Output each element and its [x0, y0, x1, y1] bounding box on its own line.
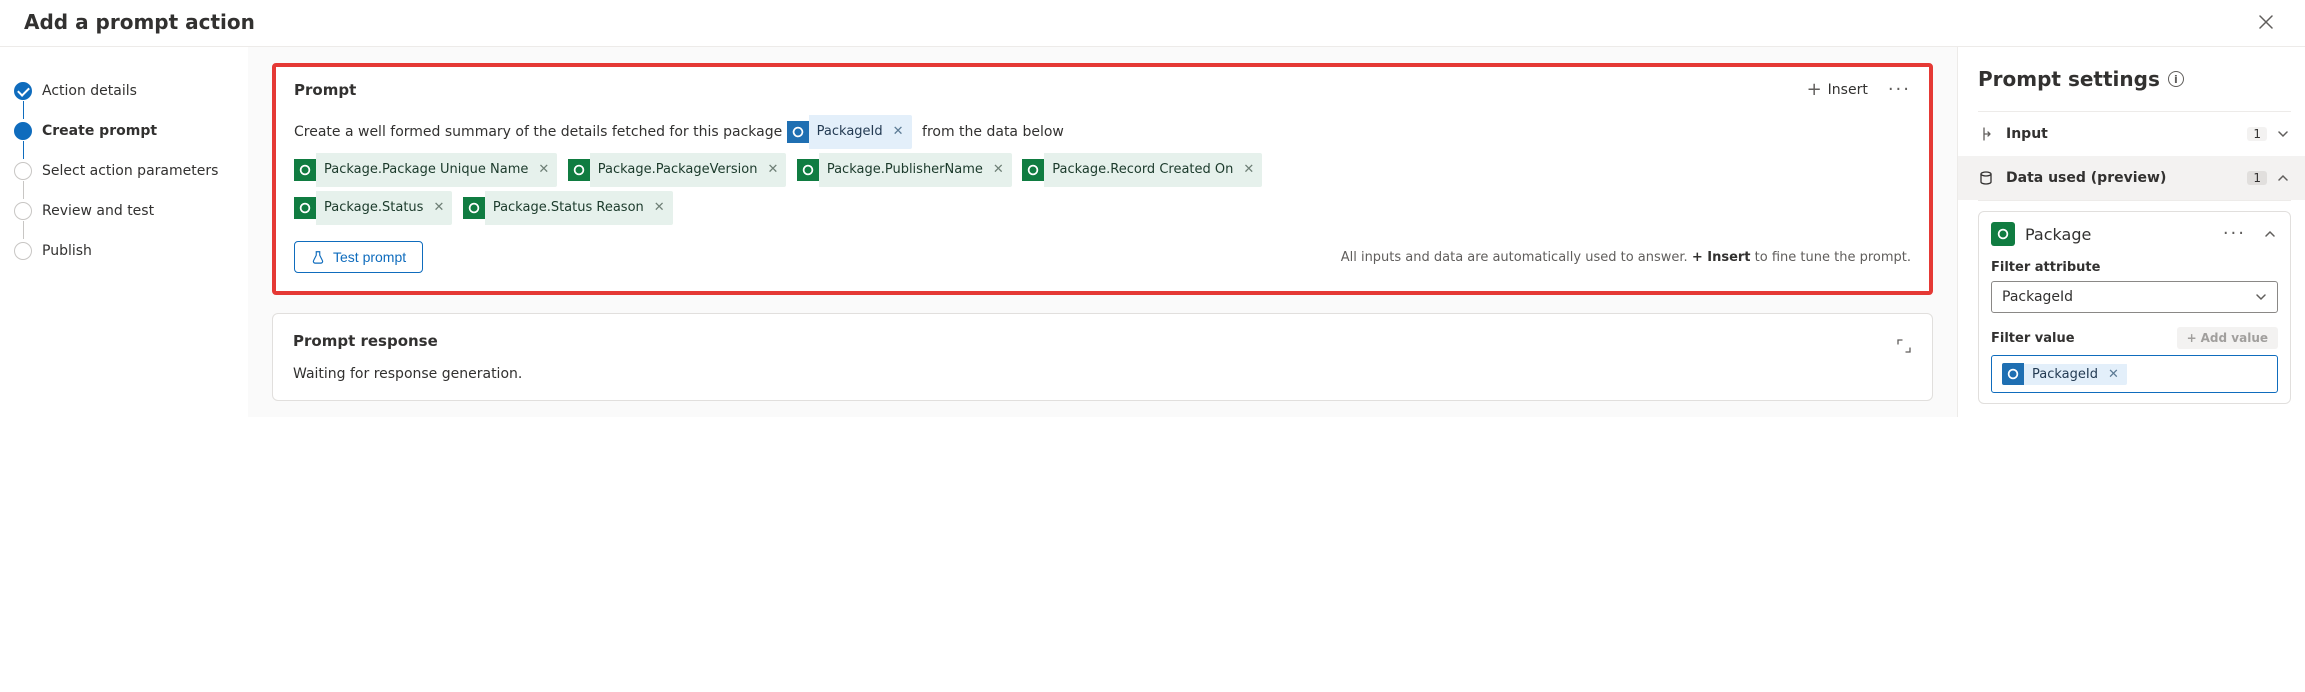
info-icon[interactable]: i	[2168, 71, 2184, 87]
token-remove-icon[interactable]: ✕	[891, 115, 912, 149]
dataverse-icon	[797, 159, 819, 181]
filter-value-chip-label: PackageId	[2024, 364, 2106, 385]
filter-attribute-value: PackageId	[2002, 289, 2073, 305]
token-remove-icon[interactable]: ✕	[652, 191, 673, 225]
input-label: Input	[2006, 126, 2237, 142]
token[interactable]: Package.PackageVersion ✕	[568, 153, 787, 187]
prompt-card: Prompt + Insert ··· Create a well formed…	[272, 63, 1933, 295]
data-entity-card: Package ··· Filter attribute PackageId F…	[1978, 211, 2291, 404]
filter-value-label: Filter value	[1991, 331, 2075, 346]
step-action-details[interactable]: Action details	[12, 71, 240, 111]
token-remove-icon[interactable]: ✕	[431, 191, 452, 225]
step-todo-icon	[14, 162, 32, 180]
dataverse-icon	[568, 159, 590, 181]
prompt-text: from the data below	[922, 124, 1064, 140]
token[interactable]: Package.Status Reason ✕	[463, 191, 673, 225]
step-review-test[interactable]: Review and test	[12, 191, 240, 231]
insert-label: Insert	[1828, 82, 1868, 98]
prompt-helper-text: All inputs and data are automatically us…	[1341, 250, 1911, 265]
step-label: Select action parameters	[42, 163, 218, 179]
step-label: Create prompt	[42, 123, 157, 139]
token-remove-icon[interactable]: ✕	[991, 153, 1012, 187]
chevron-down-icon	[2255, 291, 2267, 303]
token[interactable]: Package.Package Unique Name ✕	[294, 153, 557, 187]
token[interactable]: Package.PublisherName ✕	[797, 153, 1012, 187]
token-remove-icon[interactable]: ✕	[2106, 364, 2127, 385]
settings-title: Prompt settings	[1978, 67, 2160, 91]
step-done-icon	[14, 82, 32, 100]
token-remove-icon[interactable]: ✕	[1241, 153, 1262, 187]
entity-more-icon[interactable]: ···	[2223, 225, 2246, 243]
test-prompt-label: Test prompt	[333, 249, 406, 265]
step-label: Publish	[42, 243, 92, 259]
settings-input-accordion[interactable]: Input 1	[1978, 112, 2291, 156]
filter-value-field[interactable]: PackageId ✕	[1991, 355, 2278, 393]
insert-button[interactable]: + Insert	[1807, 81, 1868, 99]
token-label: Package.Status	[316, 191, 431, 225]
input-icon	[1978, 126, 1996, 142]
step-publish[interactable]: Publish	[12, 231, 240, 271]
test-prompt-button[interactable]: Test prompt	[294, 241, 423, 273]
dataverse-icon	[294, 197, 316, 219]
prompt-text: Create a well formed summary of the deta…	[294, 124, 782, 140]
chevron-down-icon	[2277, 128, 2291, 140]
step-select-parameters[interactable]: Select action parameters	[12, 151, 240, 191]
database-icon	[1978, 170, 1996, 186]
dataverse-icon	[787, 121, 809, 143]
prompt-editor[interactable]: Create a well formed summary of the deta…	[294, 113, 1911, 227]
more-menu-icon[interactable]: ···	[1888, 81, 1911, 99]
token-label: Package.PublisherName	[819, 153, 991, 187]
dataverse-icon	[1991, 222, 2015, 246]
page-title: Add a prompt action	[24, 10, 255, 34]
fullscreen-icon[interactable]	[1896, 338, 1912, 354]
step-label: Review and test	[42, 203, 154, 219]
step-todo-icon	[14, 202, 32, 220]
dataverse-icon	[463, 197, 485, 219]
stepper: Action details Create prompt Select acti…	[0, 47, 248, 417]
close-icon[interactable]	[2251, 11, 2281, 33]
prompt-heading: Prompt	[294, 81, 356, 99]
plus-icon: +	[2187, 331, 2197, 345]
settings-data-accordion[interactable]: Data used (preview) 1	[1958, 156, 2305, 200]
filter-attribute-select[interactable]: PackageId	[1991, 281, 2278, 313]
response-heading: Prompt response	[293, 332, 438, 350]
add-value-button[interactable]: + Add value	[2177, 327, 2278, 349]
filter-value-chip[interactable]: PackageId ✕	[2002, 363, 2127, 385]
token-remove-icon[interactable]: ✕	[536, 153, 557, 187]
response-body: Waiting for response generation.	[293, 366, 1912, 382]
token-packageid[interactable]: PackageId ✕	[787, 115, 912, 149]
chevron-up-icon	[2277, 172, 2291, 184]
token-label: Package.PackageVersion	[590, 153, 766, 187]
data-count-badge: 1	[2247, 171, 2267, 185]
flask-icon	[311, 250, 325, 264]
token-label: PackageId	[809, 115, 891, 149]
plus-icon: +	[1807, 81, 1822, 99]
chevron-up-icon[interactable]	[2264, 228, 2278, 240]
token-label: Package.Package Unique Name	[316, 153, 536, 187]
entity-name: Package	[2025, 225, 2091, 244]
token-label: Package.Status Reason	[485, 191, 652, 225]
prompt-response-card: Prompt response Waiting for response gen…	[272, 313, 1933, 401]
step-create-prompt[interactable]: Create prompt	[12, 111, 240, 151]
token-label: Package.Record Created On	[1044, 153, 1241, 187]
step-current-icon	[14, 122, 32, 140]
prompt-settings-panel: Prompt settings i Input 1 Data used	[1957, 47, 2305, 417]
data-label: Data used (preview)	[2006, 170, 2237, 186]
step-label: Action details	[42, 83, 137, 99]
dataverse-icon	[2002, 363, 2024, 385]
input-count-badge: 1	[2247, 127, 2267, 141]
filter-attribute-label: Filter attribute	[1991, 260, 2278, 275]
dataverse-icon	[294, 159, 316, 181]
token-remove-icon[interactable]: ✕	[765, 153, 786, 187]
step-todo-icon	[14, 242, 32, 260]
dataverse-icon	[1022, 159, 1044, 181]
token[interactable]: Package.Status ✕	[294, 191, 452, 225]
token[interactable]: Package.Record Created On ✕	[1022, 153, 1262, 187]
